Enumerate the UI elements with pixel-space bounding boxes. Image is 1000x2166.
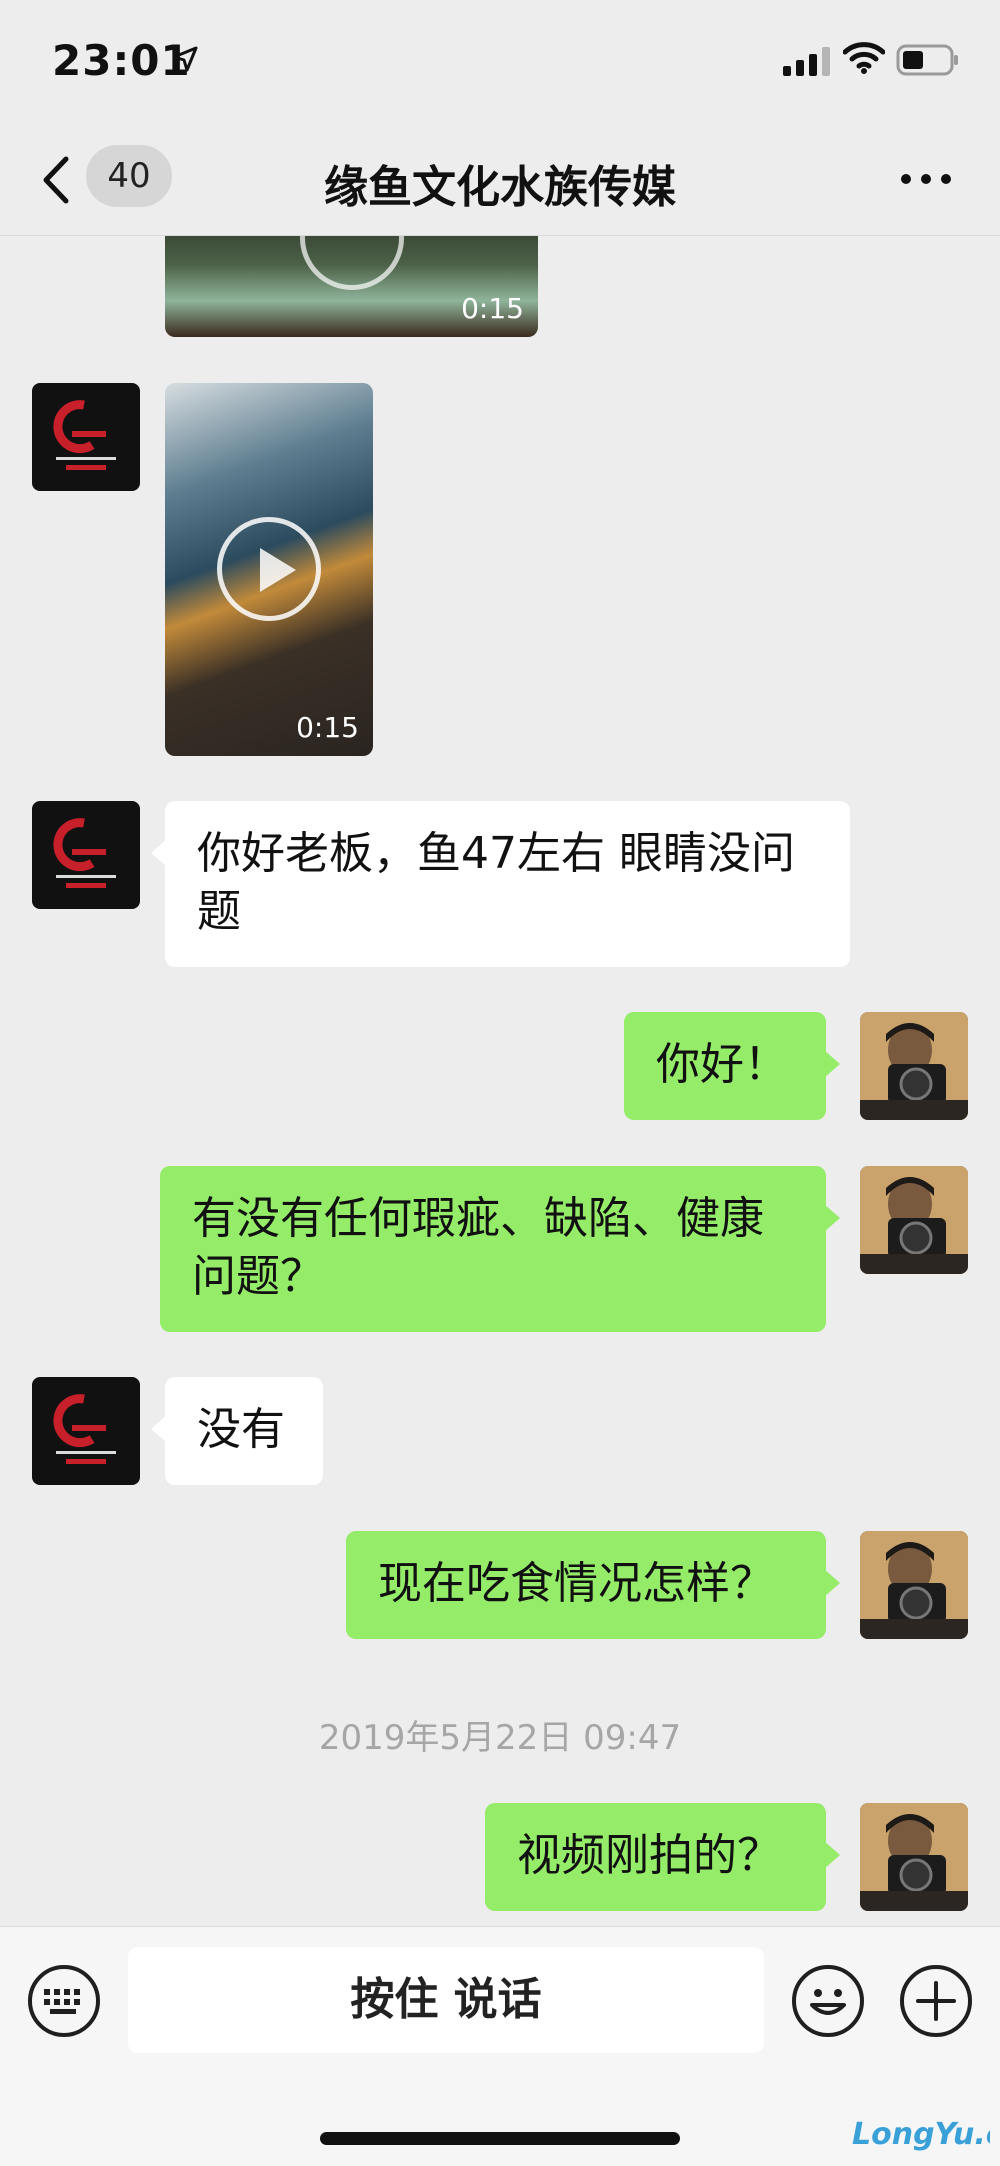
cellular-signal-icon — [783, 47, 830, 76]
brand-logo-icon — [53, 818, 116, 888]
emoji-button[interactable] — [792, 1965, 864, 2037]
user-photo-icon — [860, 1531, 968, 1639]
chat-title: 缘鱼文化水族传媒 — [324, 162, 676, 213]
contact-avatar[interactable] — [32, 383, 140, 491]
brand-logo-icon — [53, 1394, 116, 1464]
outgoing-message[interactable]: 你好！ — [624, 1012, 840, 1120]
wifi-icon — [843, 42, 885, 74]
plus-icon — [916, 1981, 956, 2021]
watermark-logo-icon: LongYu.cc — [852, 2117, 1000, 2152]
user-photo-icon — [860, 1012, 968, 1120]
video-duration: 0:15 — [461, 292, 524, 325]
contact-avatar[interactable] — [32, 1377, 140, 1485]
user-avatar[interactable] — [860, 1166, 968, 1274]
keyboard-toggle-button[interactable] — [28, 1965, 100, 2037]
outgoing-message[interactable]: 有没有任何瑕疵、缺陷、健康问题？ — [160, 1166, 840, 1332]
incoming-message[interactable]: 没有 — [151, 1377, 323, 1485]
user-avatar[interactable] — [860, 1803, 968, 1911]
message-timestamp: 2019年5月22日 09:47 — [318, 1718, 682, 1758]
user-photo-icon — [860, 1166, 968, 1274]
home-indicator — [320, 2132, 680, 2145]
status-bar: 23:01 — [0, 0, 1000, 125]
more-options-icon[interactable] — [900, 173, 952, 185]
user-photo-icon — [860, 1803, 968, 1911]
keyboard-icon — [44, 1989, 80, 2014]
site-watermark: LongYu.cc — [850, 2110, 1000, 2164]
smiley-icon — [810, 1989, 846, 2015]
user-avatar[interactable] — [860, 1012, 968, 1120]
location-arrow-icon — [172, 46, 198, 72]
video-message[interactable]: 0:15 — [165, 383, 373, 756]
chat-header: 40 缘鱼文化水族传媒 — [0, 125, 1000, 236]
video-message[interactable]: 0:15 — [165, 236, 538, 337]
incoming-message[interactable]: 你好老板，鱼47左右 眼睛没问题 — [151, 801, 850, 967]
brand-logo-icon — [53, 400, 116, 470]
outgoing-message[interactable]: 视频刚拍的？ — [485, 1803, 840, 1911]
play-icon — [217, 517, 321, 621]
user-avatar[interactable] — [860, 1531, 968, 1639]
watermark-text: LongYu.cc — [852, 2117, 990, 2152]
message-list[interactable]: 0:15 0:15 你好老板，鱼47左右 眼睛没问题 你好！ 有没有任何瑕疵、缺… — [0, 236, 1000, 1926]
play-icon — [300, 236, 404, 290]
outgoing-message[interactable]: 现在吃食情况怎样？ — [346, 1531, 840, 1639]
status-time: 23:01 — [52, 36, 191, 85]
more-functions-button[interactable] — [900, 1965, 972, 2037]
battery-icon — [896, 44, 958, 76]
contact-avatar[interactable] — [32, 801, 140, 909]
video-duration: 0:15 — [296, 711, 359, 744]
hold-to-talk-button[interactable]: 按住 说话 — [128, 1947, 764, 2053]
